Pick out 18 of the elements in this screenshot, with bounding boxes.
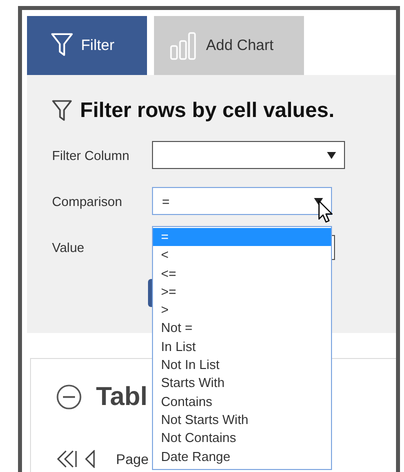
previous-page-icon[interactable]: [84, 450, 96, 468]
bar-chart-icon: [170, 32, 198, 60]
collapse-icon[interactable]: [56, 384, 82, 410]
field-label: Value: [52, 240, 86, 254]
select-field[interactable]: =: [152, 187, 332, 215]
panel-heading: Filter rows by cell values.: [80, 99, 334, 123]
caret-icon: [327, 152, 336, 158]
page-label: Page: [116, 451, 149, 467]
first-page-icon[interactable]: [56, 450, 78, 468]
filter-icon: [51, 33, 73, 58]
field-label: Filter Column: [52, 148, 130, 162]
cursor-icon: [318, 200, 334, 224]
card-title: Tabl: [96, 381, 148, 412]
field-label: Comparison: [52, 194, 124, 208]
tab[interactable]: Filter: [27, 16, 147, 75]
filter-icon: [52, 100, 72, 122]
tab[interactable]: Add Chart: [154, 16, 304, 75]
select-field[interactable]: [152, 141, 345, 169]
